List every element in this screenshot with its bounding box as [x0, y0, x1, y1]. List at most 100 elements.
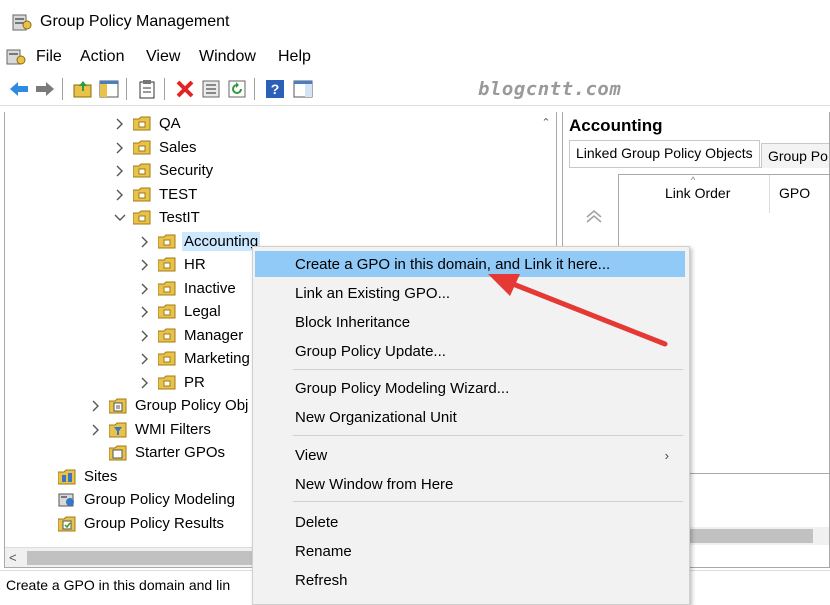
- tree-item-label: Group Policy Obj: [135, 397, 249, 414]
- ou-folder-icon: [157, 304, 176, 319]
- ou-folder-icon: [157, 234, 176, 249]
- tree-item-label: Sales: [159, 139, 197, 156]
- tree-item-sites[interactable]: Sites: [57, 465, 119, 488]
- menu-item-new-ou[interactable]: New Organizational Unit: [255, 404, 685, 430]
- menu-file[interactable]: File: [36, 48, 62, 66]
- tab-linked-gpos[interactable]: Linked Group Policy Objects: [569, 140, 760, 168]
- refresh-icon[interactable]: [226, 78, 248, 100]
- tree-item-group-policy-results[interactable]: Group Policy Results: [57, 512, 226, 535]
- tree-item-label: QA: [159, 115, 181, 132]
- menu-item-new-window-from-here[interactable]: New Window from Here: [255, 471, 685, 497]
- tree-item-legal[interactable]: Legal: [138, 300, 223, 323]
- menu-item-block-inheritance[interactable]: Block Inheritance: [255, 309, 685, 335]
- chevron-right-icon[interactable]: [89, 423, 103, 437]
- chevron-right-icon[interactable]: [138, 305, 152, 319]
- menu-item-modeling-wizard[interactable]: Group Policy Modeling Wizard...: [255, 375, 685, 401]
- chevron-right-icon[interactable]: [89, 399, 103, 413]
- export-icon[interactable]: [200, 78, 222, 100]
- sites-icon: [57, 469, 76, 485]
- tree-item-label: Starter GPOs: [135, 444, 226, 461]
- details-tabs: Linked Group Policy Objects Group Po: [569, 140, 829, 168]
- tree-item-label: Group Policy Modeling: [84, 491, 235, 508]
- menu-help[interactable]: Help: [278, 48, 311, 66]
- menu-window[interactable]: Window: [199, 48, 256, 66]
- menu-item-group-policy-update[interactable]: Group Policy Update...: [255, 338, 685, 364]
- ou-folder-icon: [132, 163, 151, 178]
- chevron-right-icon[interactable]: [138, 282, 152, 296]
- menu-item-delete[interactable]: Delete: [255, 509, 685, 535]
- sort-ascending-icon: ^: [691, 175, 696, 185]
- menu-item-link-existing-gpo[interactable]: Link an Existing GPO...: [255, 280, 685, 306]
- tree-item-starter-gpos[interactable]: Starter GPOs: [108, 441, 227, 464]
- up-folder-icon[interactable]: [72, 78, 94, 100]
- scroll-up-icon[interactable]: ⌃: [538, 116, 554, 132]
- console-icon[interactable]: [6, 48, 26, 66]
- chevron-right-icon[interactable]: [138, 235, 152, 249]
- tree-item-manager[interactable]: Manager: [138, 324, 245, 347]
- chevron-down-icon[interactable]: [113, 211, 127, 225]
- chevron-right-icon[interactable]: [113, 117, 127, 131]
- action-pane-icon[interactable]: [292, 78, 314, 100]
- menu-item-label: View: [295, 446, 328, 464]
- tree-item-wmi-filters[interactable]: WMI Filters: [89, 418, 213, 441]
- chevron-right-icon: ›: [664, 447, 669, 463]
- menu-action[interactable]: Action: [80, 48, 124, 66]
- tree-item-sales[interactable]: Sales: [113, 136, 199, 159]
- tree-item-qa[interactable]: QA: [113, 112, 183, 135]
- tree-item-inactive[interactable]: Inactive: [138, 277, 238, 300]
- chevron-right-icon[interactable]: [113, 164, 127, 178]
- tree-item-hr[interactable]: HR: [138, 253, 208, 276]
- help-icon[interactable]: ?: [264, 78, 286, 100]
- menu-item-view[interactable]: View ›: [255, 442, 685, 468]
- tree-item-label: Manager: [184, 327, 244, 344]
- move-up-icon[interactable]: [585, 208, 603, 231]
- chevron-right-icon[interactable]: [138, 258, 152, 272]
- tree-item-security[interactable]: Security: [113, 159, 215, 182]
- tree-item-label: Accounting: [182, 232, 261, 251]
- menu-bar: File Action View Window Help: [0, 44, 830, 70]
- forward-icon[interactable]: [34, 78, 56, 100]
- chevron-right-icon[interactable]: [138, 376, 152, 390]
- tree-item-label: TEST: [159, 186, 198, 203]
- tree-item-marketing[interactable]: Marketing: [138, 347, 252, 370]
- tree-item-pr[interactable]: PR: [138, 371, 207, 394]
- column-header-gpo[interactable]: GPO: [779, 185, 810, 201]
- properties-icon[interactable]: [136, 78, 158, 100]
- chevron-right-icon[interactable]: [138, 329, 152, 343]
- delete-icon[interactable]: [174, 78, 196, 100]
- tree-item-label: PR: [184, 374, 205, 391]
- tree-item-accounting[interactable]: Accounting: [138, 230, 261, 253]
- window-title: Group Policy Management: [40, 13, 230, 30]
- show-tree-icon[interactable]: [98, 78, 120, 100]
- ou-folder-icon: [157, 351, 176, 366]
- column-header-link-order[interactable]: Link Order: [665, 185, 730, 201]
- menu-item-refresh[interactable]: Refresh: [255, 567, 685, 593]
- tree-item-label: Group Policy Results: [84, 515, 225, 532]
- tree-item-testit[interactable]: TestIT: [113, 206, 202, 229]
- menu-item-create-gpo-and-link[interactable]: Create a GPO in this domain, and Link it…: [255, 251, 685, 277]
- back-icon[interactable]: [8, 78, 30, 100]
- chevron-right-icon[interactable]: [113, 188, 127, 202]
- tree-item-label: Inactive: [184, 280, 236, 297]
- gpo-folder-icon: [108, 398, 127, 414]
- tree-item-group-policy-modeling[interactable]: Group Policy Modeling: [58, 488, 237, 511]
- menu-item-rename[interactable]: Rename: [255, 538, 685, 564]
- tree-item-test[interactable]: TEST: [113, 183, 199, 206]
- watermark-text: blogcntt.com: [478, 78, 622, 100]
- tab-group-policy-inheritance[interactable]: Group Po: [761, 143, 829, 168]
- tree-item-label: Legal: [184, 303, 221, 320]
- gpmc-app-icon: [12, 14, 32, 31]
- results-icon: [57, 516, 76, 532]
- chevron-right-icon[interactable]: [138, 352, 152, 366]
- scrollbar-thumb[interactable]: [27, 551, 257, 565]
- tree-item-group-policy-objects[interactable]: Group Policy Obj: [89, 394, 250, 417]
- menu-view[interactable]: View: [146, 48, 180, 66]
- title-bar: Group Policy Management: [0, 0, 830, 44]
- chevron-right-icon[interactable]: [113, 141, 127, 155]
- ou-folder-icon: [157, 375, 176, 390]
- scroll-left-icon[interactable]: <: [9, 550, 17, 565]
- tree-item-label: Sites: [84, 468, 118, 485]
- tree-item-label: Marketing: [184, 350, 250, 367]
- ou-folder-icon: [157, 281, 176, 296]
- ou-folder-icon: [132, 187, 151, 202]
